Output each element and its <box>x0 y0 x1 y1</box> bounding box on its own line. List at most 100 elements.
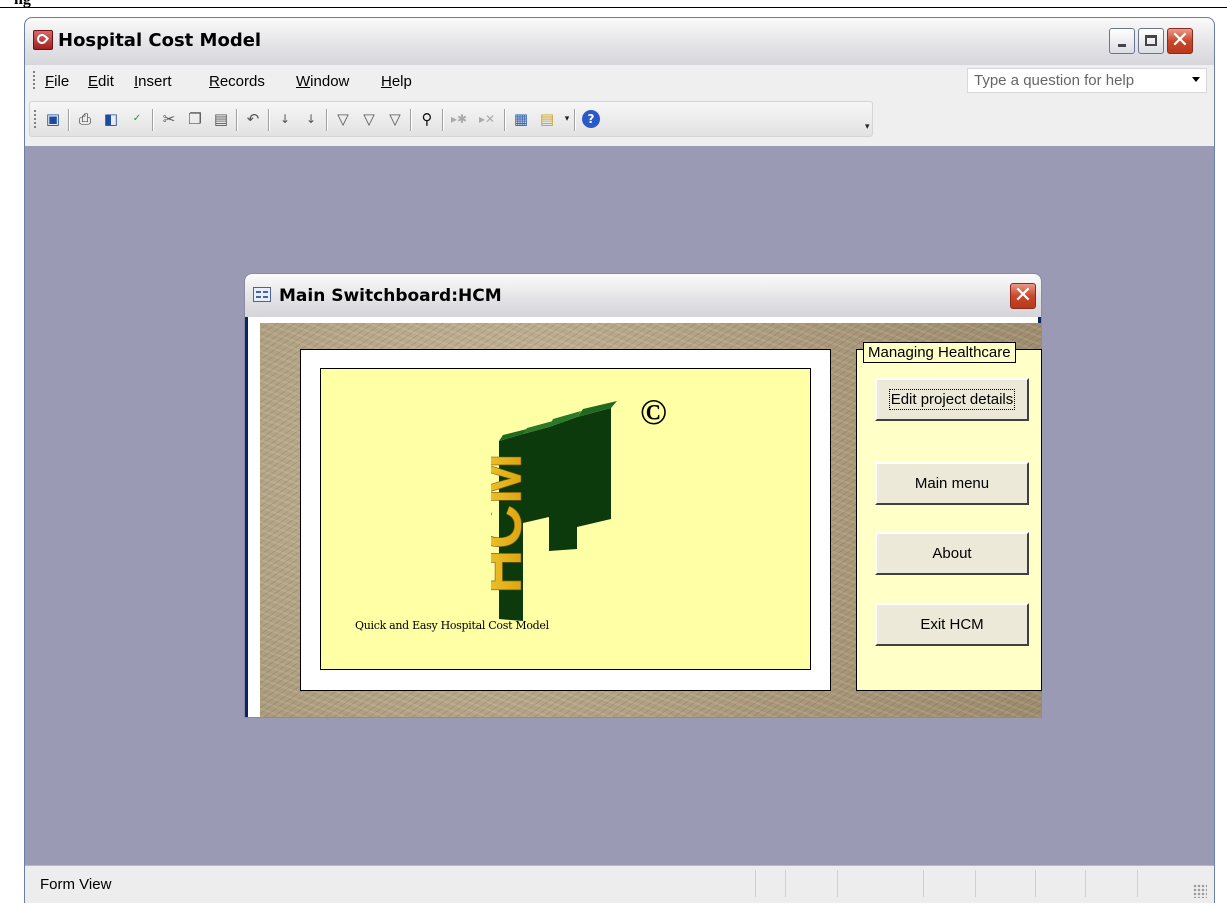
switchboard-title: Main Switchboard:HCM <box>279 286 502 306</box>
toolbar-separator <box>442 109 444 131</box>
toolbar-options-icon[interactable]: ▾ <box>865 122 873 132</box>
status-panel <box>1035 870 1036 897</box>
sort-ascending-icon[interactable]: ↓ <box>276 110 294 128</box>
logo-panel: HCM © Quick and Easy Hospital Cost Model <box>320 368 811 670</box>
menu-window[interactable]: Window <box>296 73 349 90</box>
maximize-button[interactable] <box>1138 28 1164 54</box>
toolbar-separator <box>326 109 328 131</box>
document-fragment-text: ng <box>14 0 31 9</box>
copyright-symbol: © <box>640 392 667 432</box>
undo-icon[interactable]: ↶ <box>244 110 262 128</box>
switchboard-close-button[interactable]: ✕ <box>1010 283 1036 309</box>
switchboard-body: HCM © Quick and Easy Hospital Cost Model… <box>248 317 1042 717</box>
paste-icon[interactable]: ▤ <box>212 110 230 128</box>
menu-file[interactable]: File <box>45 73 69 90</box>
about-label: About <box>932 545 972 562</box>
hcm-logo-text: HCM <box>491 453 535 594</box>
page-top-edge: ng <box>0 0 1227 8</box>
toolbar-separator <box>574 109 576 131</box>
menu-insert[interactable]: Insert <box>134 73 172 90</box>
menu-help-label: elp <box>391 73 412 90</box>
menu-records-label: ecords <box>219 73 265 90</box>
menubar-grip[interactable] <box>33 71 37 89</box>
menu-edit-accel: E <box>88 73 99 90</box>
delete-record-icon[interactable]: ▸✕ <box>478 110 496 128</box>
status-view-text: Form View <box>40 876 112 893</box>
status-panel <box>975 870 976 897</box>
database-toolbar: ▣ ⎙ ◧ ✓ ✂ ❐ ▤ ↶ ↓ ↓ ▽ ▽ ▽ ⚲ ▸✱ ▸✕ ▦ ▤ ▾ … <box>29 101 873 137</box>
managing-healthcare-label: Managing Healthcare <box>863 342 1016 363</box>
status-panel <box>923 870 924 897</box>
close-icon: ✕ <box>1170 28 1190 53</box>
toolbar-separator <box>410 109 412 131</box>
menu-bar: File Edit Insert Records Window Help Typ… <box>25 65 1214 97</box>
filter-by-form-icon[interactable]: ▽ <box>360 110 378 128</box>
print-preview-icon[interactable]: ◧ <box>102 110 120 128</box>
menu-records[interactable]: Records <box>209 73 265 90</box>
toolbar-separator <box>268 109 270 131</box>
exit-hcm-button[interactable]: Exit HCM <box>875 603 1029 646</box>
filter-by-selection-icon[interactable]: ▽ <box>334 110 352 128</box>
main-menu-button[interactable]: Main menu <box>875 462 1029 505</box>
hcm-tagline: Quick and Easy Hospital Cost Model <box>355 619 549 632</box>
cut-icon[interactable]: ✂ <box>160 110 178 128</box>
toolbar-separator <box>68 109 70 131</box>
toolbar-separator <box>504 109 506 131</box>
status-bar: Form View <box>25 865 1214 903</box>
status-panel <box>785 870 786 897</box>
maximize-icon <box>1145 35 1157 46</box>
main-switchboard-window: Main Switchboard:HCM ✕ HCM © Quick and E… <box>245 274 1042 717</box>
apply-filter-icon[interactable]: ▽ <box>386 110 404 128</box>
find-icon[interactable]: ⚲ <box>418 110 436 128</box>
switchboard-title-bar[interactable]: Main Switchboard:HCM ✕ <box>245 274 1041 317</box>
new-object-icon[interactable]: ▤ <box>538 110 556 128</box>
minimize-button[interactable] <box>1109 28 1135 54</box>
status-panel <box>1085 870 1086 897</box>
menu-edit[interactable]: Edit <box>88 73 114 90</box>
status-panel <box>837 870 838 897</box>
sort-descending-icon[interactable]: ↓ <box>302 110 320 128</box>
help-icon[interactable]: ? <box>582 110 600 128</box>
form-icon <box>253 287 271 302</box>
close-button[interactable]: ✕ <box>1167 28 1193 54</box>
new-record-icon[interactable]: ▸✱ <box>450 110 468 128</box>
menu-window-accel: W <box>296 73 311 90</box>
edit-project-details-label: Edit project details <box>888 389 1016 410</box>
toolbar-separator <box>236 109 238 131</box>
stone-background: HCM © Quick and Easy Hospital Cost Model… <box>260 323 1042 717</box>
status-panel <box>755 870 756 897</box>
close-icon: ✕ <box>1013 283 1033 308</box>
menu-help[interactable]: Help <box>381 73 412 90</box>
minimize-icon <box>1118 44 1126 47</box>
main-menu-label: Main menu <box>914 475 990 492</box>
edit-project-details-button[interactable]: Edit project details <box>875 378 1029 421</box>
exit-hcm-label: Exit HCM <box>920 616 984 633</box>
toolbar-grip[interactable] <box>34 110 38 128</box>
menu-help-accel: H <box>381 73 392 90</box>
hcm-logo: HCM <box>491 401 617 621</box>
save-icon[interactable]: ▣ <box>44 110 62 128</box>
logo-frame: HCM © Quick and Easy Hospital Cost Model <box>300 349 831 691</box>
menu-file-accel: F <box>45 73 55 90</box>
access-app-icon[interactable] <box>33 30 53 50</box>
resize-grip-icon[interactable] <box>1193 884 1207 898</box>
toolbar-row: ▣ ⎙ ◧ ✓ ✂ ❐ ▤ ↶ ↓ ↓ ▽ ▽ ▽ ⚲ ▸✱ ▸✕ ▦ ▤ ▾ … <box>25 97 1214 147</box>
chevron-down-icon[interactable] <box>1192 77 1200 82</box>
print-icon[interactable]: ⎙ <box>76 110 94 128</box>
access-application-window: Hospital Cost Model ✕ File Edit Insert R… <box>25 18 1214 903</box>
ask-a-question-box[interactable]: Type a question for help <box>967 68 1207 93</box>
app-title-bar[interactable]: Hospital Cost Model ✕ <box>25 18 1214 65</box>
copy-icon[interactable]: ❐ <box>186 110 204 128</box>
menu-file-label: ile <box>54 73 70 90</box>
database-window-icon[interactable]: ▦ <box>512 110 530 128</box>
about-button[interactable]: About <box>875 532 1029 575</box>
status-panel <box>1137 870 1138 897</box>
menu-window-label: indow <box>310 73 350 90</box>
spelling-icon[interactable]: ✓ <box>128 110 146 128</box>
menu-edit-label: dit <box>98 73 114 90</box>
app-title: Hospital Cost Model <box>58 30 262 51</box>
menu-insert-label: nsert <box>138 73 172 90</box>
menu-records-accel: R <box>209 73 220 90</box>
ask-a-question-placeholder: Type a question for help <box>974 72 1135 89</box>
toolbar-separator <box>152 109 154 131</box>
